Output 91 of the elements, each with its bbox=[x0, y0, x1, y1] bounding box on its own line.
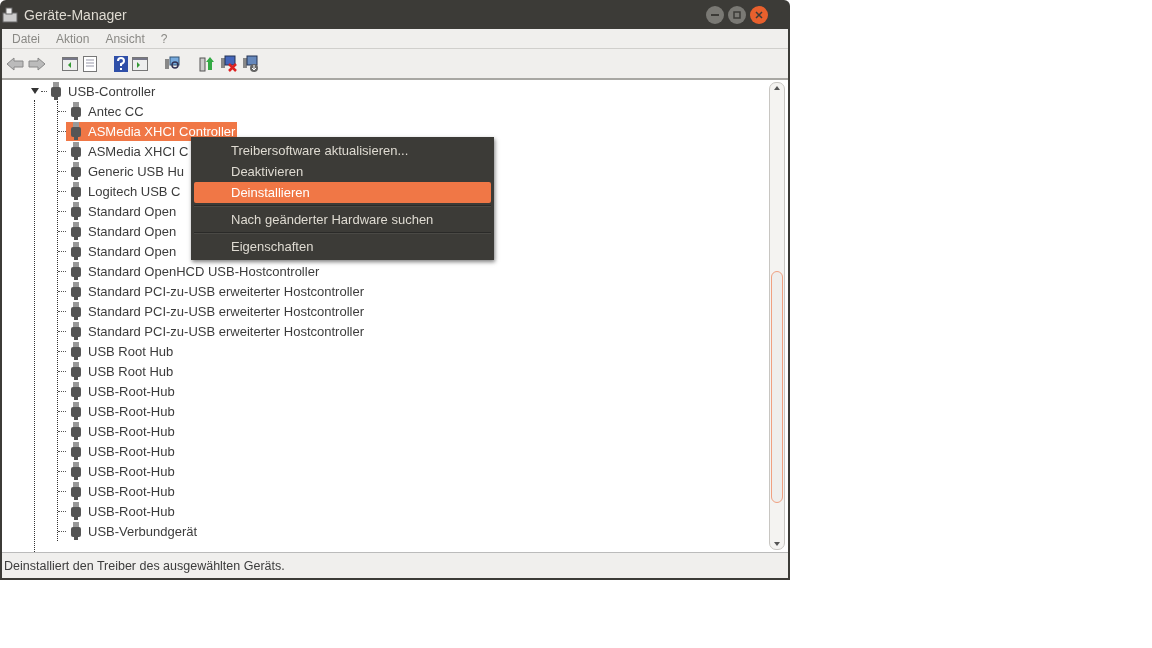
scan-icon[interactable] bbox=[164, 55, 182, 72]
tree-item[interactable]: Standard PCI-zu-USB erweiterter Hostcontroller bbox=[66, 321, 366, 341]
tree-item[interactable]: USB-Root-Hub bbox=[66, 461, 177, 481]
panel-icon[interactable] bbox=[62, 56, 78, 71]
tree-item[interactable]: Standard Open bbox=[66, 241, 179, 261]
maximize-button[interactable] bbox=[728, 5, 746, 24]
tree-item-label: Standard Open bbox=[88, 203, 177, 219]
context-menu-item[interactable]: Eigenschaften bbox=[194, 236, 491, 257]
tree-item-label: Standard Open bbox=[88, 223, 177, 239]
back-icon[interactable] bbox=[6, 55, 24, 72]
tree-item[interactable]: USB-Controller bbox=[68, 83, 156, 99]
tree-item-label: Antec CC bbox=[88, 103, 144, 119]
tree-item[interactable]: USB-Root-Hub bbox=[66, 481, 177, 501]
forward-icon[interactable] bbox=[28, 55, 46, 72]
context-menu-item[interactable]: Treibersoftware aktualisieren... bbox=[194, 140, 491, 161]
uninstall-icon[interactable] bbox=[220, 54, 238, 73]
usb-plug-icon bbox=[71, 222, 81, 240]
tree-item[interactable]: Standard Open bbox=[66, 221, 179, 241]
usb-plug-icon bbox=[71, 382, 81, 400]
tree-item-label: USB-Root-Hub bbox=[88, 423, 175, 439]
usb-plug-icon bbox=[71, 162, 81, 180]
usb-plug-icon bbox=[71, 182, 81, 200]
tree-item-label: Logitech USB C bbox=[88, 183, 181, 199]
tree-item-label: USB-Root-Hub bbox=[88, 383, 175, 399]
usb-plug-icon bbox=[71, 362, 81, 380]
usb-plug-icon bbox=[71, 522, 81, 540]
tree-item[interactable]: USB-Root-Hub bbox=[66, 381, 177, 401]
tree-item-label: USB-Root-Hub bbox=[88, 463, 175, 479]
tree-item-label: USB-Root-Hub bbox=[88, 483, 175, 499]
tree-item[interactable]: USB-Root-Hub bbox=[66, 421, 177, 441]
tree-item[interactable]: USB-Root-Hub bbox=[66, 501, 177, 521]
tree-item[interactable]: USB-Verbundgerät bbox=[66, 521, 200, 541]
usb-plug-icon bbox=[71, 242, 81, 260]
tree-item[interactable]: Standard PCI-zu-USB erweiterter Hostcontroller bbox=[66, 301, 366, 321]
usb-plug-icon bbox=[51, 82, 61, 100]
usb-plug-icon bbox=[71, 422, 81, 440]
panel-icon[interactable] bbox=[132, 56, 148, 71]
usb-plug-icon bbox=[71, 442, 81, 460]
tree-item[interactable]: Standard PCI-zu-USB erweiterter Hostcontroller bbox=[66, 281, 366, 301]
disable-icon[interactable] bbox=[242, 54, 260, 73]
status-text: Deinstalliert den Treiber des ausgewählten Geräts. bbox=[4, 558, 285, 573]
usb-plug-icon bbox=[71, 342, 81, 360]
close-button[interactable] bbox=[750, 5, 768, 24]
tree-item-label: USB Root Hub bbox=[88, 363, 174, 379]
tree-item-label: ASMedia XHCI C bbox=[88, 143, 189, 159]
tree-item-label: USB-Verbundgerät bbox=[88, 523, 198, 539]
usb-plug-icon bbox=[71, 262, 81, 280]
window-title: Geräte-Manager bbox=[24, 6, 128, 23]
context-menu-item[interactable]: Deaktivieren bbox=[194, 161, 491, 182]
tree-item-label: Generic USB Hu bbox=[88, 163, 185, 179]
tree-item-label: Standard Open bbox=[88, 243, 177, 259]
help-icon[interactable] bbox=[114, 55, 128, 72]
context-menu-item[interactable]: Nach geänderter Hardware suchen bbox=[194, 209, 491, 230]
tree-item[interactable]: Standard OpenHCD USB-Hostcontroller bbox=[66, 261, 322, 281]
usb-plug-icon bbox=[71, 462, 81, 480]
tree-item[interactable]: USB Root Hub bbox=[66, 341, 176, 361]
usb-plug-icon bbox=[71, 302, 81, 320]
tree-item[interactable]: Generic USB Hu bbox=[66, 161, 187, 181]
usb-plug-icon bbox=[71, 482, 81, 500]
minimize-button[interactable] bbox=[706, 5, 724, 24]
usb-plug-icon bbox=[71, 202, 81, 220]
maximize-icon bbox=[733, 10, 741, 19]
usb-plug-icon bbox=[71, 402, 81, 420]
tree-item-label: Standard PCI-zu-USB erweiterter Hostcontroller bbox=[88, 283, 364, 299]
tree-item-label: USB Root Hub bbox=[88, 343, 174, 359]
tree-item-label: USB-Root-Hub bbox=[88, 503, 175, 519]
tree-item-label: Standard PCI-zu-USB erweiterter Hostcontroller bbox=[88, 303, 364, 319]
tree-item[interactable]: Antec CC bbox=[66, 101, 146, 121]
usb-plug-icon bbox=[71, 282, 81, 300]
usb-plug-icon bbox=[71, 322, 81, 340]
tree-item-label: USB-Root-Hub bbox=[88, 403, 175, 419]
usb-plug-icon bbox=[71, 142, 81, 160]
tree-item[interactable]: ASMedia XHCI C bbox=[66, 141, 191, 161]
tree-item-label: Standard PCI-zu-USB erweiterter Hostcontroller bbox=[88, 323, 364, 339]
tree-item-label: USB-Root-Hub bbox=[88, 443, 175, 459]
tree-item-label: Standard OpenHCD USB-Hostcontroller bbox=[88, 263, 320, 279]
close-icon bbox=[755, 10, 763, 19]
tree-item[interactable]: USB-Root-Hub bbox=[66, 401, 177, 421]
expander-icon[interactable] bbox=[31, 87, 39, 95]
computer-icon bbox=[2, 6, 18, 23]
tree-item[interactable]: USB-Root-Hub bbox=[66, 441, 177, 461]
tree-item[interactable]: USB Root Hub bbox=[66, 361, 176, 381]
tree-item[interactable]: Logitech USB C bbox=[66, 181, 183, 201]
usb-plug-icon bbox=[71, 102, 81, 120]
scrollbar-thumb[interactable] bbox=[771, 271, 783, 503]
tree-item[interactable]: Standard Open bbox=[66, 201, 179, 221]
scrollbar[interactable] bbox=[769, 82, 785, 550]
usb-plug-icon bbox=[71, 502, 81, 520]
properties-icon[interactable] bbox=[82, 55, 98, 72]
usb-plug-icon bbox=[71, 122, 81, 140]
tree-item-label: ASMedia XHCI Controller bbox=[88, 123, 236, 139]
